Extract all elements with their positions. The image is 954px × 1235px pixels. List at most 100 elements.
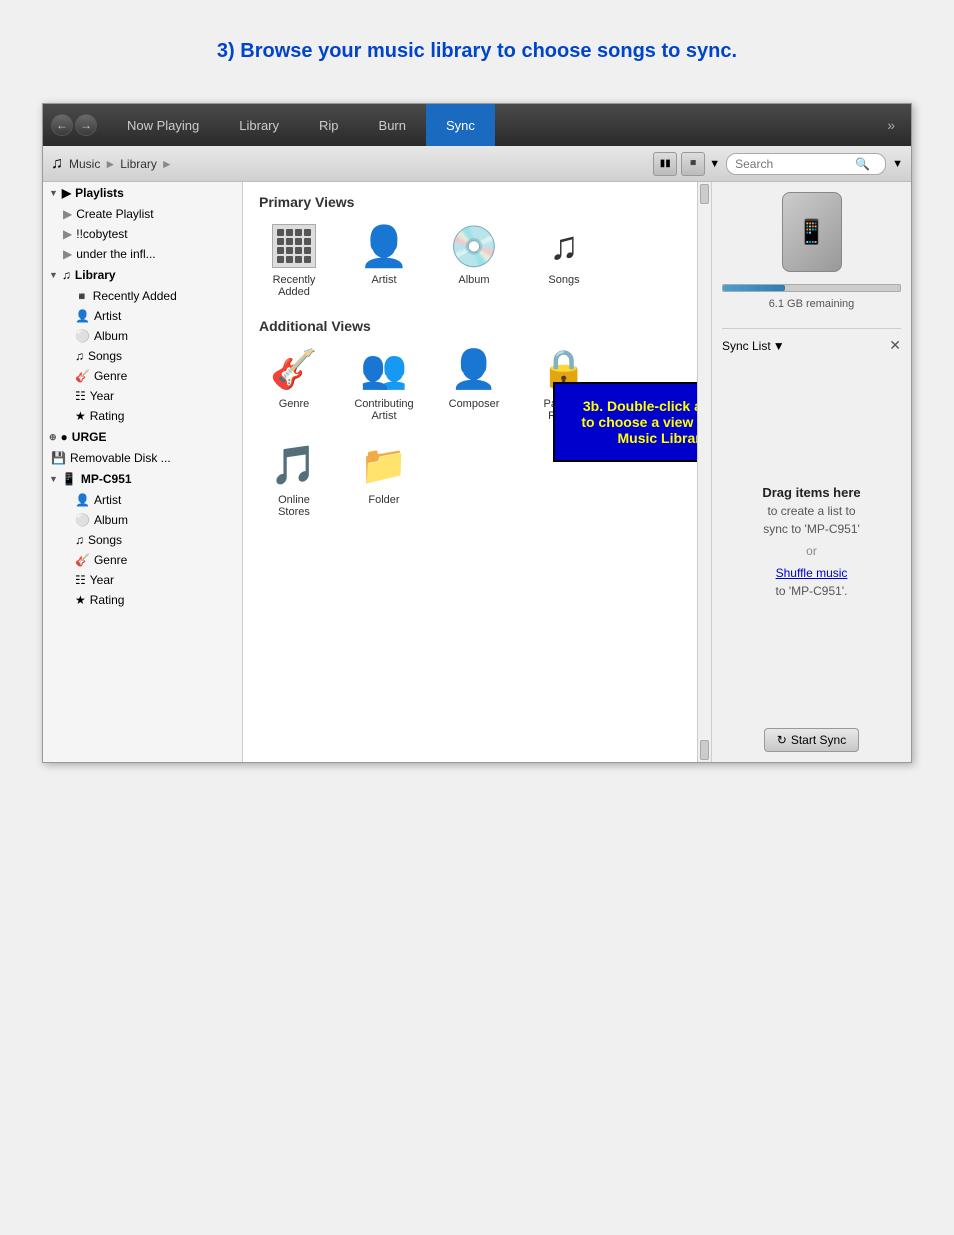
sidebar-item-album[interactable]: ⚪ Album xyxy=(43,326,242,346)
album-icon: ⚪ xyxy=(75,329,90,343)
playlists-folder-icon: ▶ xyxy=(62,186,71,200)
online-stores-label: OnlineStores xyxy=(278,494,310,518)
sidebar-item-mp-genre[interactable]: 🎸 Genre xyxy=(43,550,242,570)
sidebar: ▼ ▶ Playlists ▶ Create Playlist ▶ !!coby… xyxy=(43,182,243,762)
drag-device: sync to 'MP-C951' xyxy=(763,522,860,536)
create-playlist-icon: ▶ xyxy=(63,207,72,221)
drag-area: Drag items here to create a list to sync… xyxy=(722,362,901,720)
year-icon: ☷ xyxy=(75,389,86,403)
search-box[interactable]: 🔍 xyxy=(726,153,886,175)
view-artist[interactable]: 👤 Artist xyxy=(349,222,419,298)
sidebar-item-mp-album[interactable]: ⚪ Album xyxy=(43,510,242,530)
sidebar-group-library[interactable]: ▼ ♫ Library xyxy=(43,264,242,286)
mp-rating-label: Rating xyxy=(90,593,125,607)
album-view-label: Album xyxy=(458,274,489,286)
songs-view-label: Songs xyxy=(548,274,579,286)
genre-view-label: Genre xyxy=(279,398,310,410)
contributing-artist-icon: 👥 xyxy=(360,346,408,394)
tab-library[interactable]: Library xyxy=(219,104,299,146)
mp-artist-label: Artist xyxy=(94,493,121,507)
sidebar-item-genre[interactable]: 🎸 Genre xyxy=(43,366,242,386)
sidebar-item-mp-artist[interactable]: 👤 Artist xyxy=(43,490,242,510)
music-note-icon: ♫ xyxy=(51,155,63,173)
view-icon-btn[interactable]: ▮▮ xyxy=(653,152,677,176)
toolbar: ♫ Music ► Library ► ▮▮ ◾ ▼ 🔍 ▼ xyxy=(43,146,911,182)
view-album[interactable]: 💿 Album xyxy=(439,222,509,298)
view-songs[interactable]: ♫ Songs xyxy=(529,222,599,298)
nav-expand[interactable]: » xyxy=(879,117,903,133)
sync-list-header: Sync List ▼ ✕ xyxy=(722,337,901,354)
songs-label: Songs xyxy=(88,349,122,363)
tab-burn[interactable]: Burn xyxy=(359,104,426,146)
create-playlist-label: Create Playlist xyxy=(76,207,153,221)
toolbar-icons: ▮▮ ◾ ▼ xyxy=(653,152,720,176)
sidebar-item-year[interactable]: ☷ Year xyxy=(43,386,242,406)
shuffle-to: to 'MP-C951'. xyxy=(776,584,848,598)
divider xyxy=(722,328,901,329)
or-text: or xyxy=(806,544,817,558)
view-contributing-artist[interactable]: 👥 ContributingArtist xyxy=(349,346,419,422)
recently-added-view-label: RecentlyAdded xyxy=(273,274,316,298)
genre-label: Genre xyxy=(94,369,127,383)
sidebar-group-urge[interactable]: ⊕ ● URGE xyxy=(43,426,242,448)
sidebar-item-under-infl[interactable]: ▶ under the infl... xyxy=(43,244,242,264)
start-sync-button[interactable]: ↻ Start Sync xyxy=(764,728,859,752)
sidebar-item-mp-rating[interactable]: ★ Rating xyxy=(43,590,242,610)
library-expand-icon: ▼ xyxy=(49,270,58,280)
sync-list-dropdown[interactable]: Sync List ▼ xyxy=(722,339,785,353)
mp-genre-label: Genre xyxy=(94,553,127,567)
create-playlist-item[interactable]: ▶ Create Playlist xyxy=(43,204,242,224)
view-recently-added[interactable]: RecentlyAdded xyxy=(259,222,329,298)
recently-added-icon: ◾ xyxy=(75,290,89,303)
tab-sync[interactable]: Sync xyxy=(426,104,495,146)
view-online-stores[interactable]: 🎵 OnlineStores xyxy=(259,442,329,518)
page-title: 3) Browse your music library to choose s… xyxy=(217,40,737,63)
storage-text: 6.1 GB remaining xyxy=(769,298,855,310)
breadcrumb-library: Library xyxy=(120,157,157,171)
urge-label: URGE xyxy=(72,430,107,444)
artist-label: Artist xyxy=(94,309,121,323)
primary-views-grid: RecentlyAdded 👤 Artist 💿 Album ♫ xyxy=(259,222,681,298)
mp-year-icon: ☷ xyxy=(75,573,86,587)
artist-view-label: Artist xyxy=(371,274,396,286)
storage-bar-fill xyxy=(723,285,785,291)
back-button[interactable]: ← xyxy=(51,114,73,136)
breadcrumb-music: Music xyxy=(69,157,100,171)
sidebar-item-mp-year[interactable]: ☷ Year xyxy=(43,570,242,590)
songs-view-icon: ♫ xyxy=(540,222,588,270)
removable-disk-label: Removable Disk ... xyxy=(70,451,171,465)
sync-list-close[interactable]: ✕ xyxy=(889,337,901,354)
sidebar-item-artist[interactable]: 👤 Artist xyxy=(43,306,242,326)
recently-added-view-icon xyxy=(270,222,318,270)
genre-icon: 🎸 xyxy=(75,369,90,383)
sidebar-item-removable-disk[interactable]: 💾 Removable Disk ... xyxy=(43,448,242,468)
playlists-label: Playlists xyxy=(75,186,124,200)
search-input[interactable] xyxy=(735,157,855,171)
tab-rip[interactable]: Rip xyxy=(299,104,359,146)
sidebar-item-cobytest[interactable]: ▶ !!cobytest xyxy=(43,224,242,244)
mp-songs-label: Songs xyxy=(88,533,122,547)
double-click-callout: 3b. Double-click an icon to choose a vie… xyxy=(553,382,697,462)
right-panel: 📱 6.1 GB remaining Sync List ▼ ✕ Drag it… xyxy=(711,182,911,762)
nav-back-forward: ← → xyxy=(51,114,97,136)
sidebar-item-mp-songs[interactable]: ♫ Songs xyxy=(43,530,242,550)
view-folder[interactable]: 📁 Folder xyxy=(349,442,419,518)
sidebar-group-playlists[interactable]: ▼ ▶ Playlists xyxy=(43,182,242,204)
sidebar-item-rating[interactable]: ★ Rating xyxy=(43,406,242,426)
composer-label: Composer xyxy=(449,398,500,410)
view-genre[interactable]: 🎸 Genre xyxy=(259,346,329,422)
songs-icon: ♫ xyxy=(75,349,84,363)
sidebar-item-songs[interactable]: ♫ Songs xyxy=(43,346,242,366)
view-toggle-btn[interactable]: ◾ xyxy=(681,152,705,176)
view-composer[interactable]: 👤 Composer xyxy=(439,346,509,422)
content-scrollbar[interactable] xyxy=(697,182,711,762)
sidebar-group-mp-c951[interactable]: ▼ 📱 MP-C951 xyxy=(43,468,242,490)
shuffle-music-link[interactable]: Shuffle music xyxy=(776,566,848,580)
forward-button[interactable]: → xyxy=(75,114,97,136)
tab-now-playing[interactable]: Now Playing xyxy=(107,104,219,146)
sidebar-item-recently-added[interactable]: ◾ Recently Added xyxy=(43,286,242,306)
album-label: Album xyxy=(94,329,128,343)
under-infl-label: under the infl... xyxy=(76,247,155,261)
year-label: Year xyxy=(90,389,114,403)
playlists-expand-icon: ▼ xyxy=(49,188,58,198)
